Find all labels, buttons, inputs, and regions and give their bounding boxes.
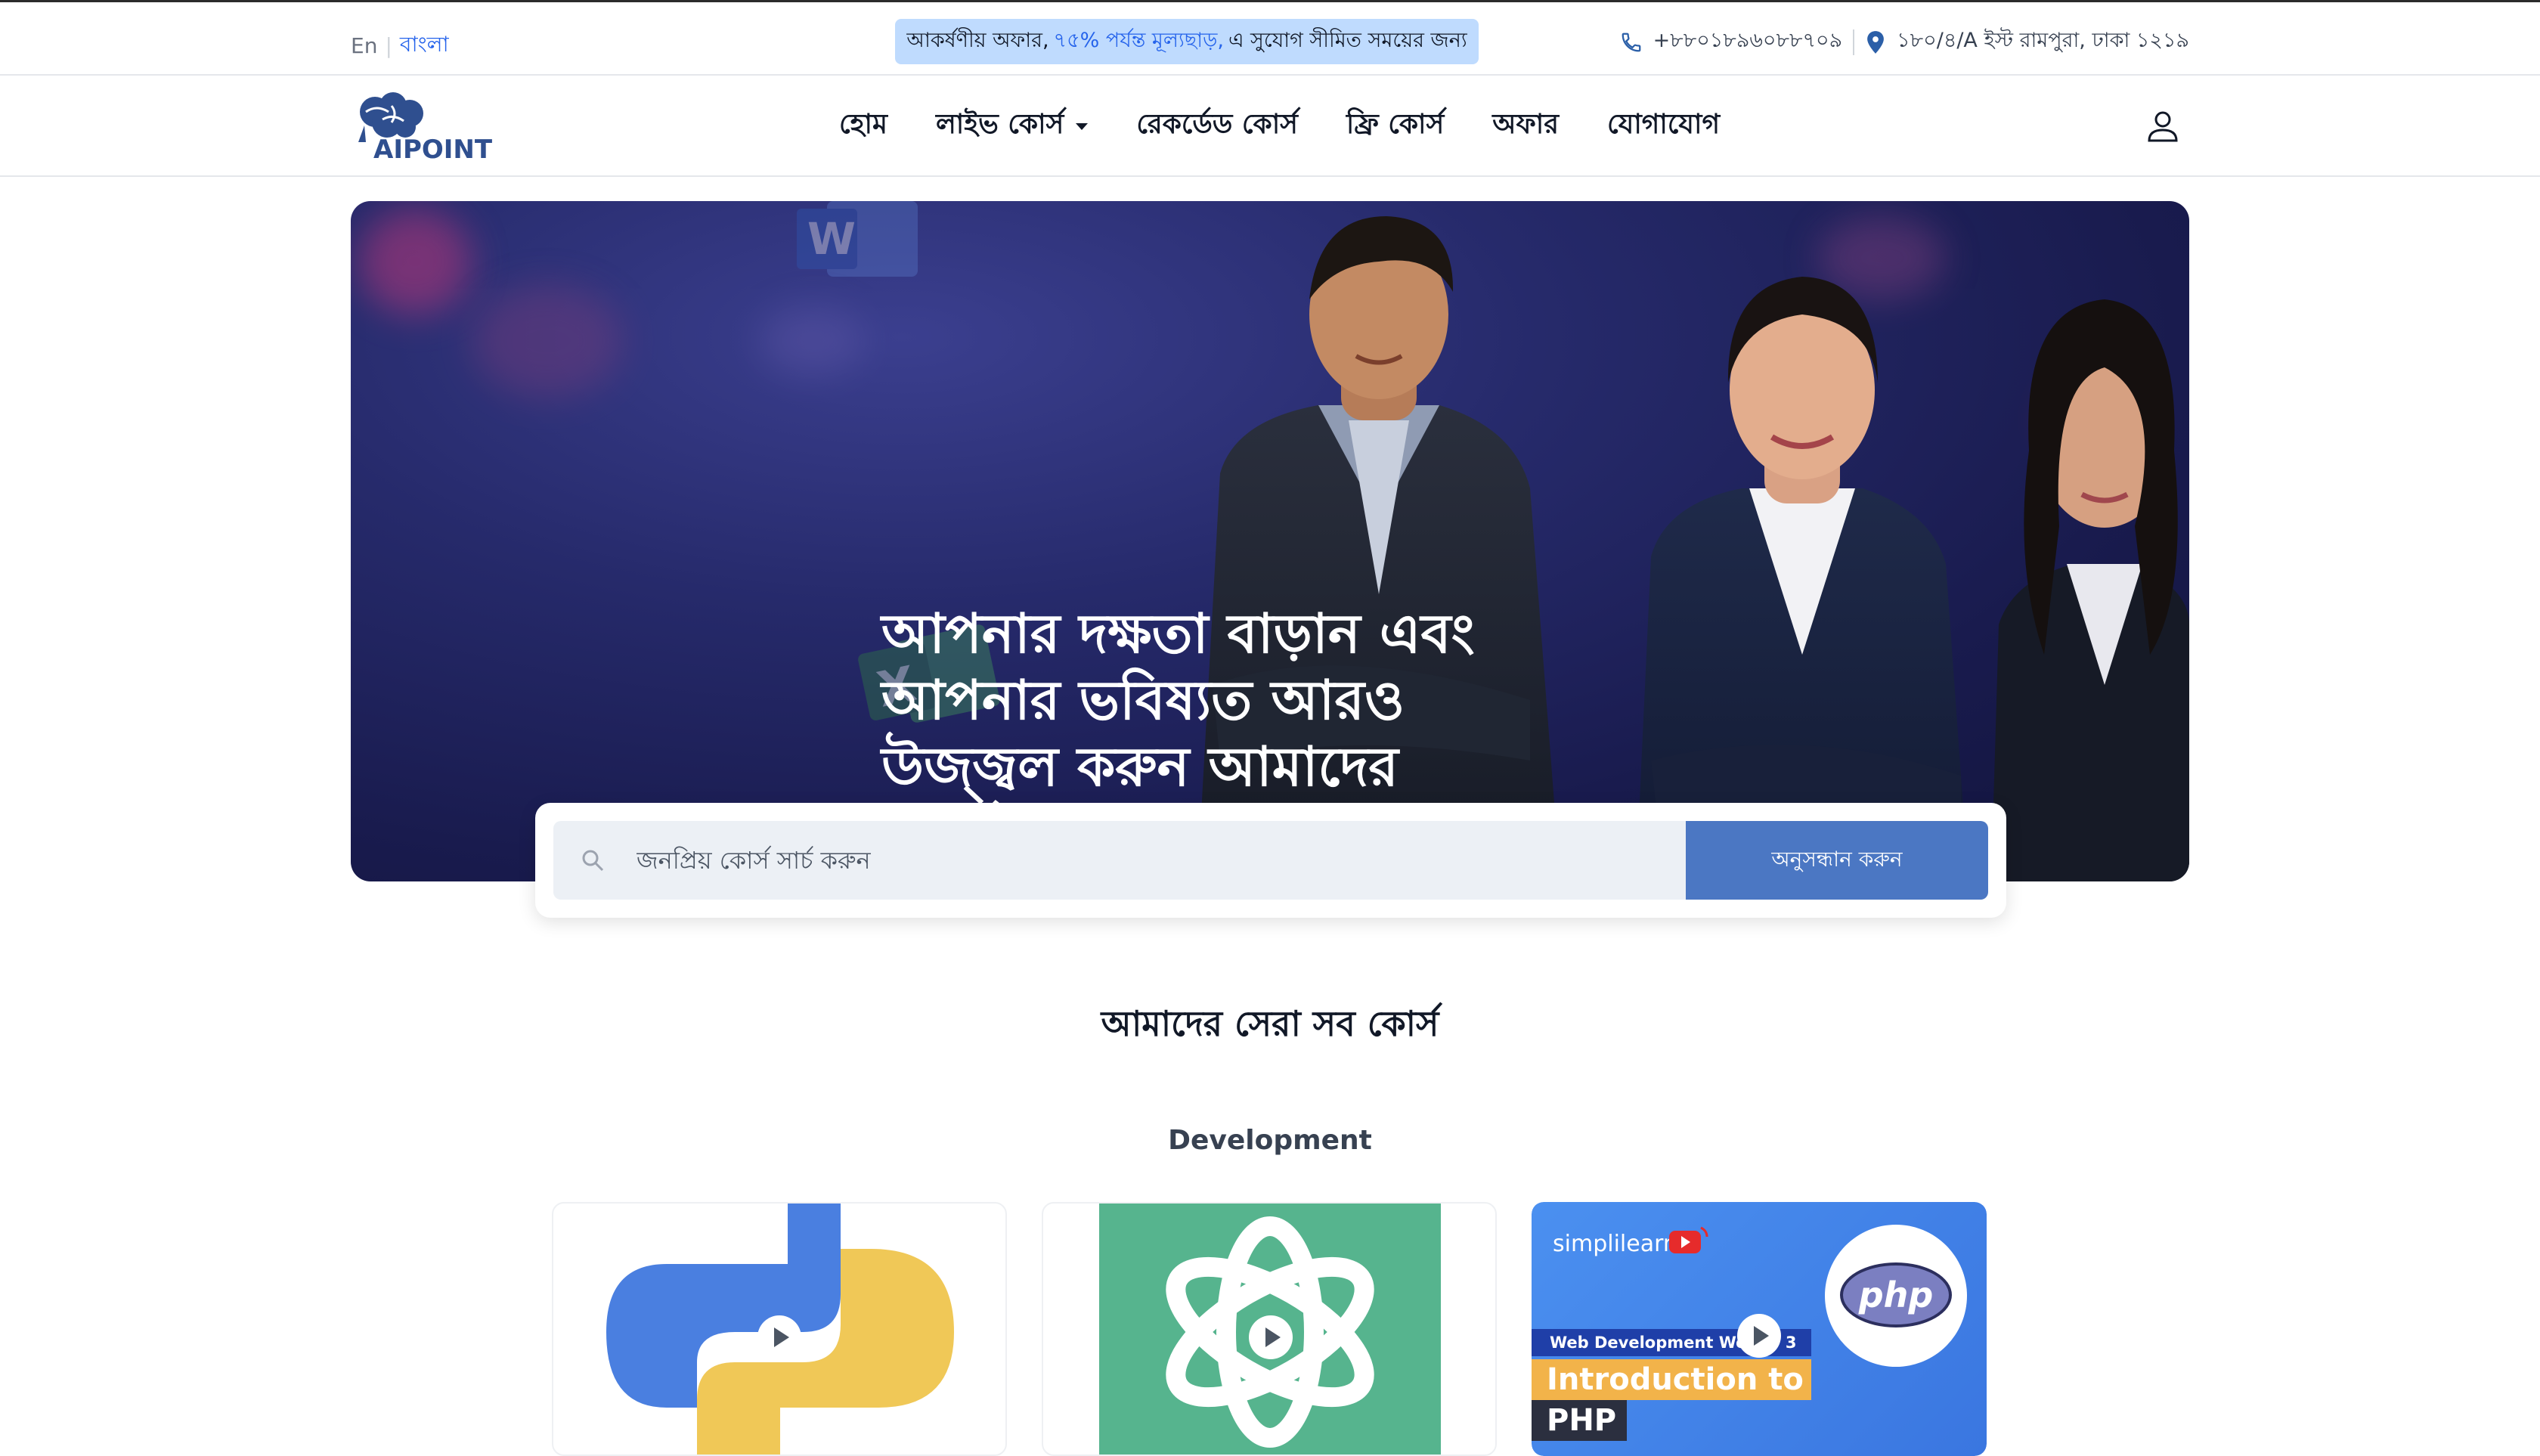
youtube-icon — [1669, 1226, 1708, 1253]
nav-item-recorded-course[interactable]: রেকর্ডেড কোর্স — [1136, 104, 1298, 149]
nav-item-contact[interactable]: যোগাযোগ — [1607, 104, 1720, 149]
search-input[interactable] — [637, 821, 1665, 900]
contact-divider — [1853, 29, 1855, 55]
lang-bn-link[interactable]: বাংলা — [400, 28, 449, 64]
nav-item-free-course[interactable]: ফ্রি কোর্স — [1346, 104, 1444, 149]
word-doc-icon: W — [797, 201, 918, 277]
nav-menu: হোম লাইভ কোর্স রেকর্ডেড কোর্স ফ্রি কোর্স… — [839, 104, 1720, 149]
nav-item-home[interactable]: হোম — [839, 104, 887, 149]
section-title: আমাদের সেরা সব কোর্স — [1101, 1003, 1439, 1044]
course-card-chatgpt[interactable] — [1042, 1202, 1497, 1456]
phone-number[interactable]: +৮৮০১৮৯৬০৮৮৭০৯ — [1653, 25, 1843, 59]
promo-highlight: ৭৫% পর্যন্ত মূল্যছাড়, — [1053, 28, 1224, 52]
nav-item-live-course[interactable]: লাইভ কোর্স — [935, 104, 1089, 149]
nav-item-label: অফার — [1492, 109, 1560, 140]
nav-item-label: লাইভ কোর্স — [935, 109, 1064, 140]
search-button[interactable]: অনুসন্ধান করুন — [1686, 821, 1988, 900]
course-title-line1: Introduction to — [1547, 1362, 1804, 1397]
course-card-php[interactable]: simplilearn php Web Development Week - 3… — [1532, 1202, 1987, 1456]
simplilearn-brand: simplilearn — [1553, 1231, 1677, 1257]
chevron-down-icon — [1076, 122, 1089, 130]
hero-banner: W X আপনার দক্ষতা বাড়ান এবং আপনার ভবিষ্য… — [351, 201, 2189, 881]
bokeh-decoration — [759, 307, 865, 375]
search-bar: অনুসন্ধান করুন — [535, 803, 2006, 918]
category-heading: Development — [1168, 1125, 1372, 1156]
php-badge-text: php — [1858, 1275, 1934, 1315]
user-icon[interactable] — [2144, 107, 2182, 145]
phone-icon — [1622, 33, 1640, 51]
language-switcher: En | বাংলা — [351, 28, 449, 64]
search-icon — [582, 850, 604, 872]
address-text: ১৮০/৪/A ইস্ট রামপুরা, ঢাকা ১২১৯ — [1897, 29, 2189, 52]
course-card-python[interactable] — [552, 1202, 1007, 1456]
promo-suffix: এ সুযোগ সীমিত সময়ের জন্য — [1228, 28, 1467, 52]
search-field-container[interactable] — [553, 821, 1693, 900]
play-icon[interactable] — [1249, 1315, 1293, 1359]
lang-divider: | — [385, 33, 392, 58]
course-title-line2: PHP — [1547, 1403, 1617, 1438]
play-icon[interactable] — [757, 1315, 801, 1359]
promo-prefix: আকর্ষণীয় অফার, — [906, 28, 1049, 52]
php-badge-circle: php — [1825, 1225, 1967, 1367]
top-bar: En | বাংলা আকর্ষণীয় অফার, ৭৫% পর্যন্ত ম… — [0, 0, 2540, 76]
course-line1-banner: Introduction to — [1532, 1359, 1811, 1400]
location-pin-icon — [1867, 30, 1884, 54]
nav-item-label: হোম — [839, 109, 887, 140]
promo-banner[interactable]: আকর্ষণীয় অফার, ৭৫% পর্যন্ত মূল্যছাড়, এ… — [895, 19, 1479, 64]
nav-item-offer[interactable]: অফার — [1492, 104, 1559, 149]
contact-info: +৮৮০১৮৯৬০৮৮৭০৯ ১৮০/৪/A ইস্ট রামপুরা, ঢাক… — [1620, 25, 2189, 59]
bokeh-decoration — [472, 284, 623, 398]
php-logo-icon: php — [1840, 1262, 1952, 1327]
brand-logo-text[interactable]: AIPOINT — [373, 135, 492, 165]
bokeh-decoration — [358, 209, 472, 314]
svg-text:W: W — [807, 213, 856, 265]
lang-en-link[interactable]: En — [351, 33, 377, 58]
nav-item-label: ফ্রি কোর্স — [1346, 109, 1445, 140]
nav-item-label: যোগাযোগ — [1607, 109, 1721, 140]
course-line2-banner: PHP — [1532, 1400, 1627, 1441]
play-icon[interactable] — [1737, 1314, 1781, 1358]
nav-item-label: রেকর্ডেড কোর্স — [1136, 109, 1298, 140]
